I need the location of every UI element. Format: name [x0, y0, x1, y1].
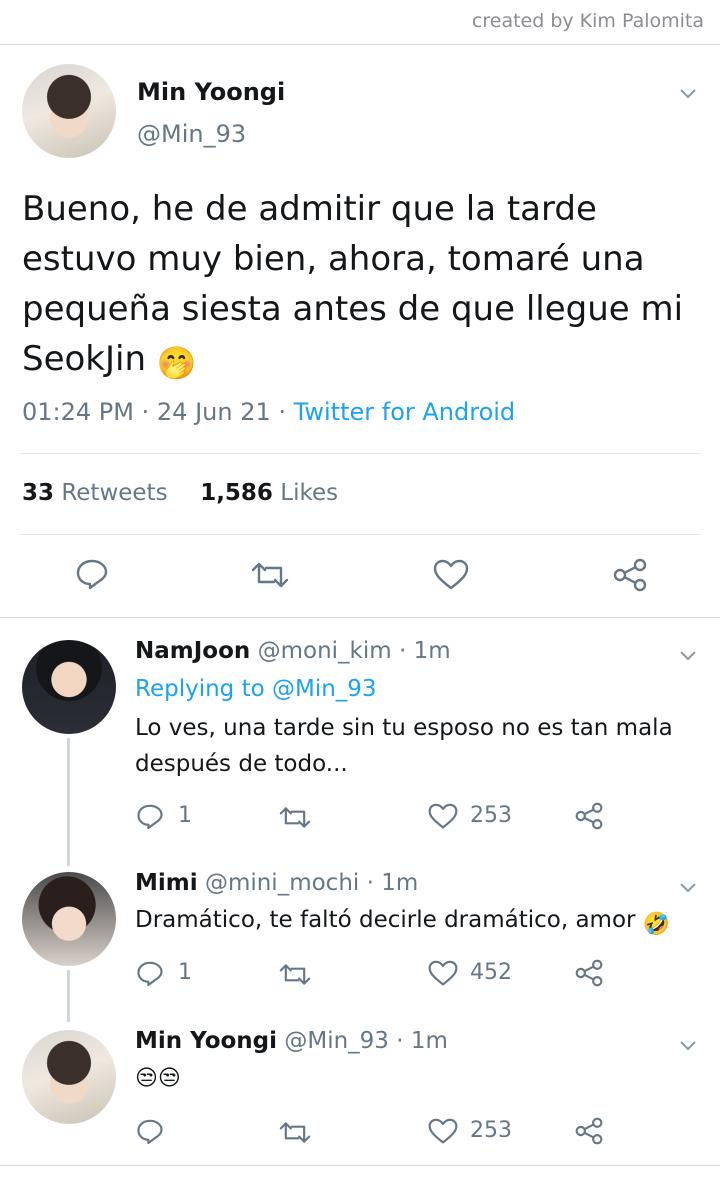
replying-to-prefix: Replying to [135, 676, 265, 702]
display-name[interactable]: Mimi [135, 870, 198, 896]
handle[interactable]: @Min_93 [137, 120, 246, 148]
reply-icon[interactable] [136, 803, 164, 830]
tweet-date[interactable]: 24 Jun 21 [157, 398, 271, 426]
share-icon[interactable] [612, 558, 648, 592]
avatar[interactable] [22, 64, 116, 158]
tweet-meta: 01:24 PM · 24 Jun 21 · Twitter for Andro… [22, 398, 515, 426]
tweet-text: Bueno, he de admitir que la tarde estuvo… [22, 184, 702, 388]
thread-line [67, 738, 70, 866]
like-count: 452 [470, 960, 512, 985]
reply-time: 1m [413, 638, 451, 664]
chevron-down-icon[interactable] [680, 646, 696, 665]
retweet-icon[interactable] [278, 805, 312, 830]
share-icon[interactable] [574, 802, 604, 830]
share-icon[interactable] [574, 1117, 604, 1145]
divider [20, 453, 700, 454]
like-count: 253 [470, 1118, 512, 1143]
retweets-label[interactable]: Retweets [61, 480, 167, 506]
meta-separator: · [396, 1028, 404, 1054]
emoji-rolling-laughing: 🤣 [642, 912, 671, 937]
replying-to: Replying to @Min_93 [135, 676, 377, 702]
retweet-icon[interactable] [278, 962, 312, 987]
reply-count: 1 [178, 803, 192, 828]
tweet-source-link[interactable]: Twitter for Android [294, 398, 515, 426]
emoji-unamused: 😒😒 [135, 1066, 181, 1091]
tweet-text-body: Bueno, he de admitir que la tarde estuvo… [22, 189, 684, 379]
reply-header: NamJoon @moni_kim · 1m [135, 638, 451, 664]
display-name[interactable]: Min Yoongi [137, 78, 285, 106]
like-count: 253 [470, 803, 512, 828]
emoji-hand-over-mouth: 🤭 [156, 344, 197, 382]
display-name[interactable]: Min Yoongi [135, 1028, 277, 1054]
likes-count[interactable]: 1,586 [200, 480, 273, 506]
reply-header: Mimi @mini_mochi · 1m [135, 870, 418, 896]
reply-header: Min Yoongi @Min_93 · 1m [135, 1028, 448, 1054]
likes-label[interactable]: Likes [280, 480, 338, 506]
meta-separator: · [366, 870, 374, 896]
meta-separator: · [278, 398, 287, 426]
display-name[interactable]: NamJoon [135, 638, 250, 664]
replying-to-handle[interactable]: @Min_93 [272, 676, 377, 702]
reply-icon[interactable] [136, 960, 164, 987]
meta-separator: · [398, 638, 407, 664]
handle[interactable]: @mini_mochi [205, 870, 359, 896]
divider [20, 534, 700, 535]
reply-icon[interactable] [75, 558, 109, 590]
share-icon[interactable] [574, 959, 604, 987]
reply-time: 1m [410, 1028, 448, 1054]
tweet-time: 01:24 PM [22, 398, 134, 426]
divider [0, 617, 720, 618]
like-heart-icon[interactable] [428, 1118, 458, 1145]
retweet-icon[interactable] [278, 1120, 312, 1145]
chevron-down-icon[interactable] [680, 84, 696, 103]
reply-text: Dramático, te faltó decirle dramático, a… [135, 902, 705, 943]
reply-text-body: Dramático, te faltó decirle dramático, a… [135, 907, 636, 933]
like-heart-icon[interactable] [428, 803, 458, 830]
avatar[interactable] [22, 640, 116, 734]
handle[interactable]: @Min_93 [284, 1028, 389, 1054]
header-divider [0, 44, 720, 45]
chevron-down-icon[interactable] [680, 878, 696, 897]
like-heart-icon[interactable] [433, 559, 469, 591]
divider [0, 1165, 720, 1166]
meta-separator: · [141, 398, 150, 426]
handle[interactable]: @moni_kim [258, 638, 392, 664]
avatar[interactable] [22, 1030, 116, 1124]
thread-line [67, 970, 70, 1022]
avatar[interactable] [22, 872, 116, 966]
reply-time: 1m [381, 870, 419, 896]
retweets-count[interactable]: 33 [22, 480, 54, 506]
like-heart-icon[interactable] [428, 960, 458, 987]
chevron-down-icon[interactable] [680, 1036, 696, 1055]
credit-text: created by Kim Palomita [471, 10, 704, 32]
retweet-icon[interactable] [250, 560, 290, 590]
reply-icon[interactable] [136, 1118, 164, 1145]
reply-count: 1 [178, 960, 192, 985]
reply-text: Lo ves, una tarde sin tu esposo no es ta… [135, 715, 673, 777]
tweet-stats: 33 Retweets 1,586 Likes [22, 480, 338, 506]
